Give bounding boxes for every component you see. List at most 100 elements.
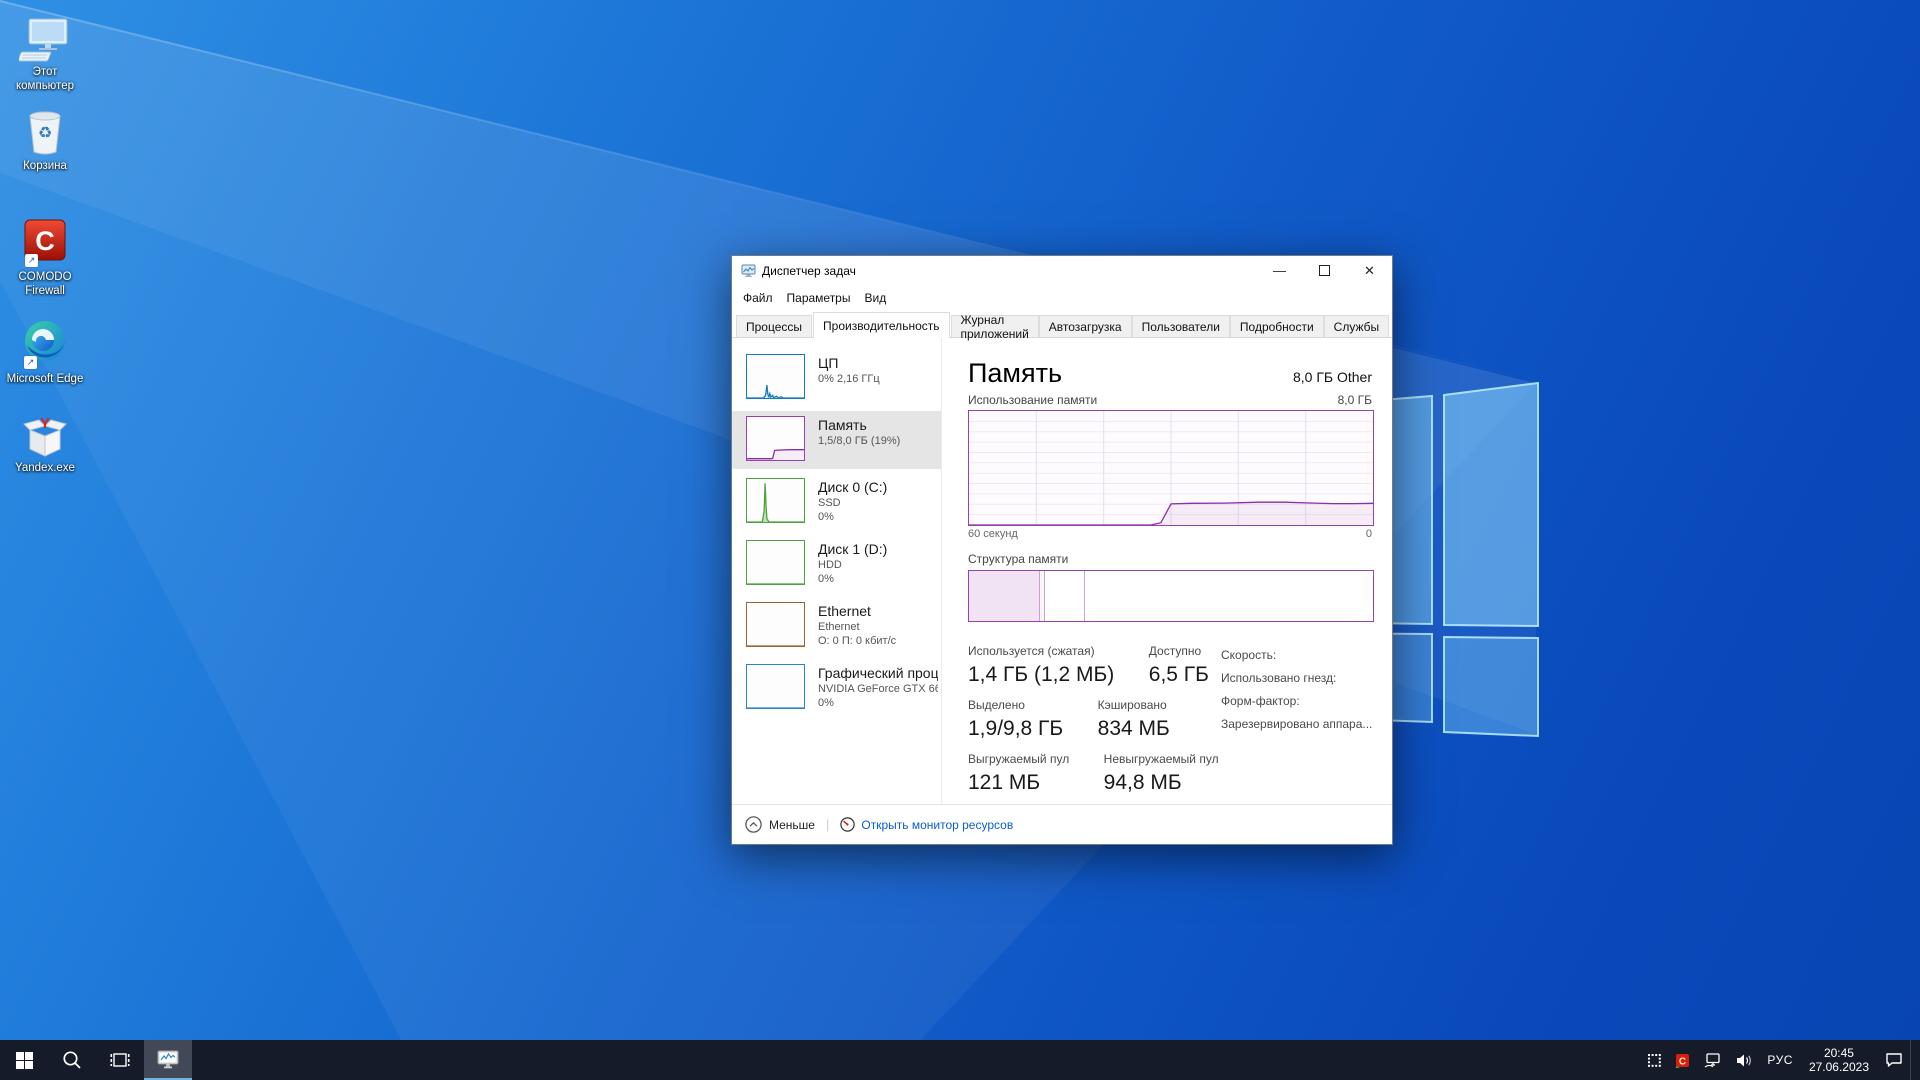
system-tray: C РУС 20:45 27.06.2023 [1641, 1040, 1920, 1080]
volume-tray-icon[interactable] [1729, 1040, 1760, 1080]
tab-services[interactable]: Службы [1324, 315, 1389, 337]
memory-composition-segment-in-use [969, 571, 1040, 621]
task-view-button[interactable] [96, 1040, 144, 1080]
disk0-mini-graph [746, 478, 805, 523]
sidebar-item-disk0[interactable]: Диск 0 (C:) SSD 0% [732, 473, 941, 531]
memory-usage-graph [968, 410, 1374, 526]
desktop-icon-label: Корзина [23, 159, 67, 173]
stat-cached: Кэшировано 834 МБ [1098, 698, 1170, 741]
stat-nonpaged-pool: Невыгружаемый пул 94,8 МБ [1104, 752, 1219, 795]
desktop-icon-comodo[interactable]: C ↗ COMODO Firewall [6, 218, 84, 298]
clock-time: 20:45 [1824, 1046, 1854, 1060]
stat-paged-pool: Выгружаемый пул 121 МБ [968, 752, 1069, 795]
cpu-mini-graph [746, 354, 805, 399]
search-icon [62, 1050, 82, 1070]
clock-date: 27.06.2023 [1809, 1060, 1869, 1074]
menu-options[interactable]: Параметры [780, 288, 858, 308]
memory-composition-segment-standby [1045, 571, 1085, 621]
show-desktop-button[interactable] [1910, 1040, 1916, 1080]
composition-label: Структура памяти [968, 552, 1392, 566]
tab-users[interactable]: Пользователи [1132, 315, 1230, 337]
tab-performance[interactable]: Производительность [813, 312, 949, 338]
language-indicator[interactable]: РУС [1760, 1040, 1800, 1080]
close-button[interactable]: ✕ [1347, 256, 1392, 285]
shortcut-arrow-icon: ↗ [24, 356, 37, 369]
taskbar-clock[interactable]: 20:45 27.06.2023 [1800, 1046, 1878, 1074]
gpu-mini-graph [746, 664, 805, 709]
hw-slots-used: Использовано гнезд: [1221, 667, 1391, 690]
tab-details[interactable]: Подробности [1230, 315, 1324, 337]
desktop-icon-yandex[interactable]: Y Yandex.exe [6, 412, 84, 475]
desktop-icon-this-pc[interactable]: Этот компьютер [6, 18, 84, 93]
taskbar: C РУС 20:45 27.06.2023 [0, 1040, 1920, 1080]
svg-text:C: C [1679, 1056, 1686, 1067]
svg-text:C: C [35, 226, 55, 256]
task-manager-app-icon [741, 264, 756, 278]
hardware-info-column: Скорость: Использовано гнезд: Форм-факто… [1221, 644, 1391, 736]
task-manager-window: Диспетчер задач — ✕ Файл Параметры Вид П… [731, 255, 1393, 845]
task-view-icon [110, 1051, 130, 1069]
stat-available: Доступно 6,5 ГБ [1149, 644, 1209, 687]
minimize-button[interactable]: — [1257, 256, 1302, 285]
usage-graph-label: Использование памяти [968, 393, 1097, 407]
sidebar-item-memory[interactable]: Память 1,5/8,0 ГБ (19%) [732, 411, 941, 469]
resource-monitor-icon [840, 817, 855, 832]
footer-separator: | [826, 817, 829, 832]
tab-app-history[interactable]: Журнал приложений [951, 315, 1039, 337]
stat-committed: Выделено 1,9/9,8 ГБ [968, 698, 1063, 741]
hw-reserved: Зарезервировано аппара... [1221, 713, 1391, 736]
performance-sidebar: ЦП 0% 2,16 ГГц Память 1,5/8,0 ГБ (19%) Д… [732, 338, 942, 804]
tab-startup[interactable]: Автозагрузка [1039, 315, 1132, 337]
window-title: Диспетчер задач [762, 264, 1257, 278]
axis-label-left: 60 секунд [968, 528, 1018, 540]
desktop-icon-label: Microsoft Edge [7, 372, 84, 386]
panel-title: Память [968, 358, 1062, 388]
hw-speed: Скорость: [1221, 644, 1391, 667]
search-button[interactable] [48, 1040, 96, 1080]
memory-composition-bar [968, 570, 1374, 622]
window-titlebar[interactable]: Диспетчер задач — ✕ [732, 256, 1392, 285]
desktop-icon-edge[interactable]: ↗ Microsoft Edge [6, 318, 84, 386]
desktop-icon-label: Yandex.exe [15, 461, 75, 475]
windows-start-icon [16, 1052, 33, 1069]
shortcut-arrow-icon: ↗ [25, 254, 38, 267]
hidden-icons-grid-icon [1648, 1054, 1661, 1067]
axis-label-right: 0 [1366, 528, 1372, 540]
memory-stats: Используется (сжатая) 1,4 ГБ (1,2 МБ) До… [968, 644, 1388, 795]
action-center-button[interactable] [1878, 1040, 1910, 1080]
maximize-button[interactable] [1302, 256, 1347, 285]
network-tray-icon[interactable] [1697, 1040, 1729, 1080]
yandex-installer-icon: Y [22, 412, 68, 458]
hidden-icons-button[interactable] [1641, 1040, 1668, 1080]
memory-panel: Память 8,0 ГБ Other Использование памяти… [942, 338, 1392, 804]
start-button[interactable] [0, 1040, 48, 1080]
action-center-icon [1885, 1052, 1903, 1068]
ethernet-mini-graph [746, 602, 805, 647]
chevron-up-circle-icon [745, 816, 762, 833]
memory-capacity: 8,0 ГБ Other [1293, 369, 1372, 388]
desktop-icon-label: COMODO Firewall [6, 270, 84, 298]
menu-bar: Файл Параметры Вид [732, 285, 1392, 310]
recycle-bin-icon: ♻ [23, 108, 67, 156]
menu-view[interactable]: Вид [857, 288, 893, 308]
comodo-tray-icon[interactable]: C [1668, 1040, 1697, 1080]
sidebar-item-cpu[interactable]: ЦП 0% 2,16 ГГц [732, 349, 941, 407]
open-resource-monitor-link[interactable]: Открыть монитор ресурсов [840, 817, 1013, 832]
tab-processes[interactable]: Процессы [736, 315, 812, 337]
desktop-icon-label: Этот компьютер [6, 65, 84, 93]
sidebar-item-gpu[interactable]: Графический процессор NVIDIA GeForce GTX… [732, 659, 941, 717]
hw-form-factor: Форм-фактор: [1221, 690, 1391, 713]
menu-file[interactable]: Файл [736, 288, 780, 308]
svg-text:Y: Y [40, 415, 50, 432]
stat-in-use: Используется (сжатая) 1,4 ГБ (1,2 МБ) [968, 644, 1114, 687]
tab-strip: Процессы Производительность Журнал прило… [732, 310, 1392, 338]
task-manager-taskbar-icon [156, 1049, 180, 1071]
sidebar-item-disk1[interactable]: Диск 1 (D:) HDD 0% [732, 535, 941, 593]
taskbar-task-manager-button[interactable] [144, 1040, 192, 1080]
memory-mini-graph [746, 416, 805, 461]
sidebar-item-ethernet[interactable]: Ethernet Ethernet О: 0 П: 0 кбит/с [732, 597, 941, 655]
this-pc-icon [19, 18, 71, 62]
desktop-icon-recycle-bin[interactable]: ♻ Корзина [6, 108, 84, 173]
fewer-details-button[interactable]: Меньше [745, 816, 815, 833]
usage-graph-max: 8,0 ГБ [1338, 393, 1372, 407]
